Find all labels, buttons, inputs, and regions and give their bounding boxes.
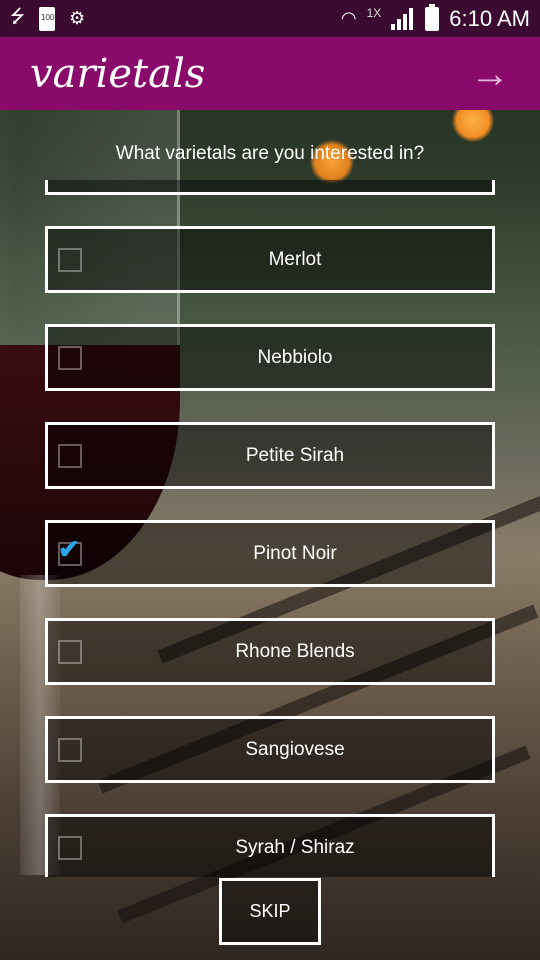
skip-button[interactable]: SKIP — [219, 878, 321, 945]
varietal-label: Rhone Blends — [235, 640, 355, 662]
checkbox[interactable] — [58, 737, 82, 762]
checkbox[interactable] — [58, 247, 82, 272]
network-type-label: 1X — [366, 5, 382, 20]
checkbox[interactable] — [58, 639, 82, 664]
varietal-item-pinot-noir[interactable]: ✔ Pinot Noir — [45, 520, 495, 587]
checkbox-checked[interactable]: ✔ — [58, 534, 82, 566]
wifi-icon: ◠ — [340, 8, 357, 28]
app-logo: varietals — [30, 50, 206, 97]
checkbox[interactable] — [58, 345, 82, 370]
varietal-label: Petite Sirah — [245, 444, 345, 466]
android-debug-icon: ⚙ — [69, 8, 86, 28]
arrow-right-icon[interactable]: → — [470, 54, 510, 94]
checkbox[interactable] — [58, 835, 82, 860]
varietal-label: Merlot — [268, 248, 322, 270]
varietal-item-rhone-blends[interactable]: Rhone Blends — [45, 618, 495, 685]
question-text: What varietals are you interested in? — [115, 143, 425, 164]
clock: 6:10 AM — [449, 5, 530, 31]
battery-icon — [425, 3, 440, 31]
usb-icon: ⭍ — [10, 5, 25, 26]
app-header: varietals → — [0, 37, 540, 110]
battery-100-icon: 100 — [39, 6, 55, 31]
checkmark-icon: ✔ — [58, 533, 80, 564]
varietal-item-sangiovese[interactable]: Sangiovese — [45, 716, 495, 783]
varietal-list[interactable]: Merlot Nebbiolo Petite Sirah ✔ Pinot Noi… — [0, 180, 540, 877]
status-bar: ⭍ 100 ⚙ ◠ 1X 6:10 AM — [0, 0, 540, 37]
varietal-label: Nebbiolo — [257, 346, 333, 368]
varietal-label: Pinot Noir — [253, 542, 337, 564]
signal-icon — [391, 7, 415, 30]
varietal-item-nebbiolo[interactable]: Nebbiolo — [45, 324, 495, 391]
varietal-item-merlot[interactable]: Merlot — [45, 226, 495, 293]
varietal-item-syrah-shiraz[interactable]: Syrah / Shiraz — [45, 814, 495, 877]
list-item-partial[interactable] — [45, 180, 495, 195]
varietal-label: Syrah / Shiraz — [235, 836, 355, 858]
varietal-label: Sangiovese — [245, 738, 345, 760]
varietal-item-petite-sirah[interactable]: Petite Sirah — [45, 422, 495, 489]
checkbox[interactable] — [58, 443, 82, 468]
